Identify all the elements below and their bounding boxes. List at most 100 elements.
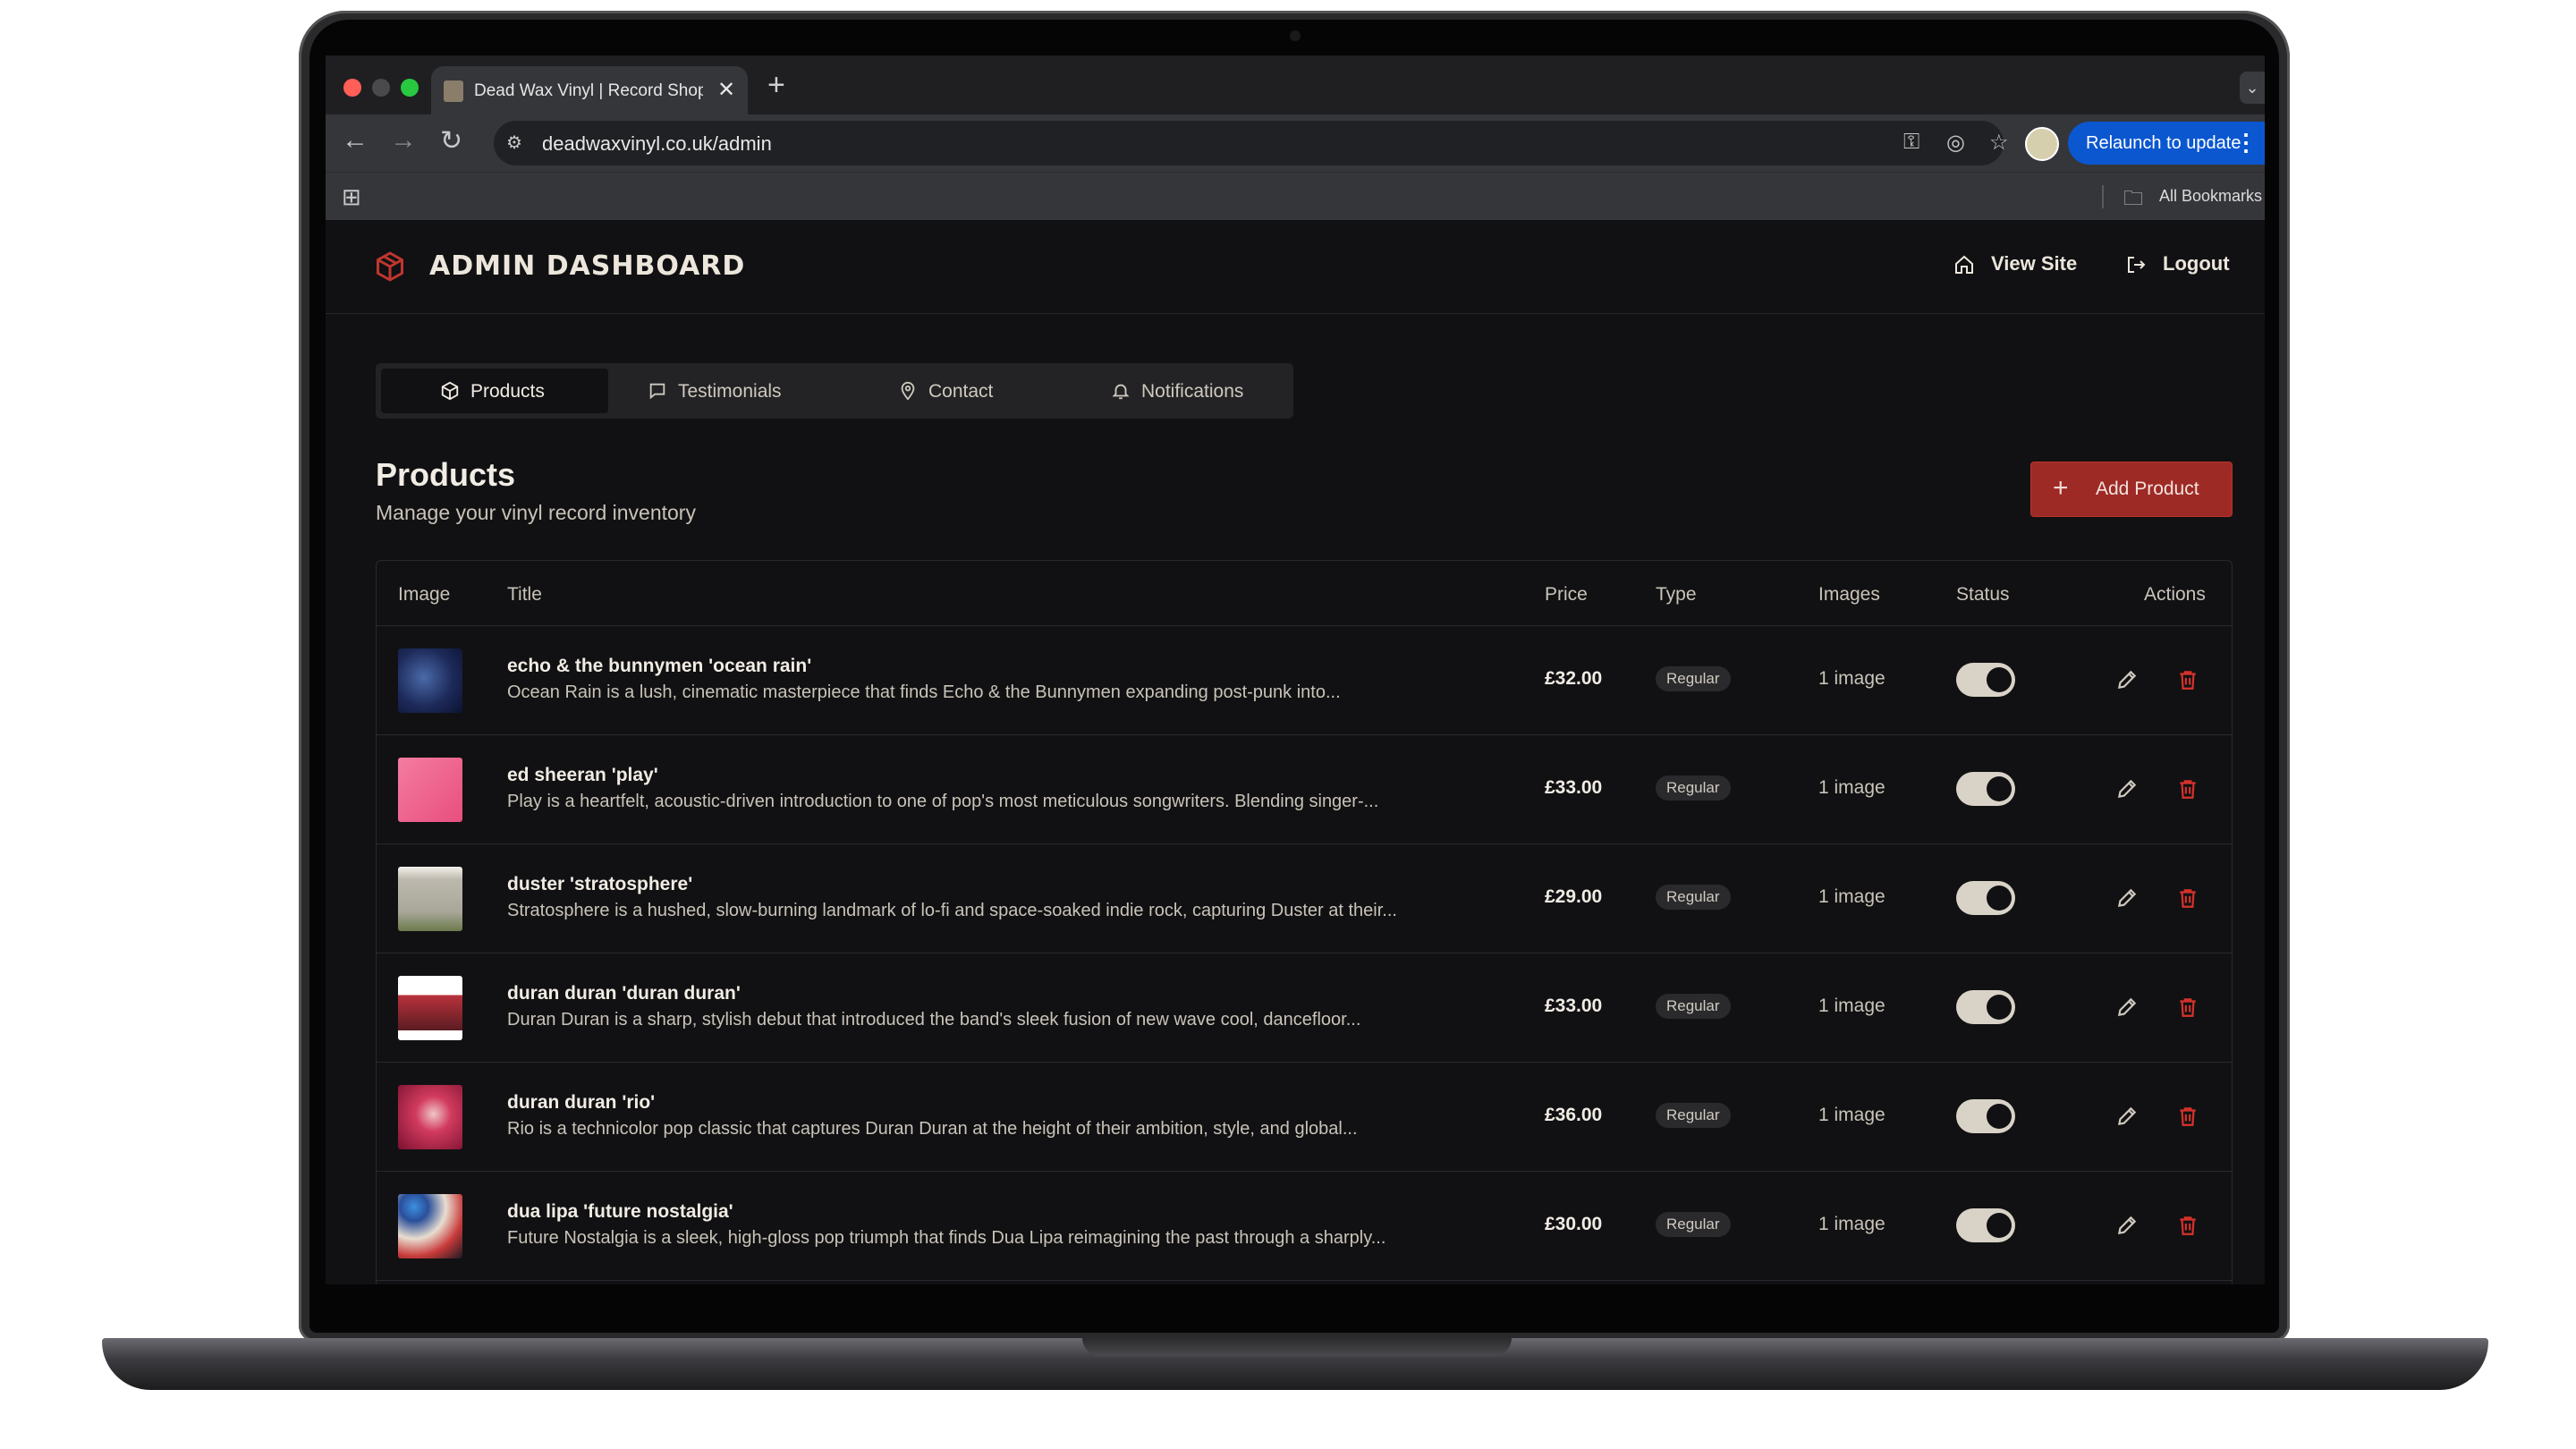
trash-icon[interactable] — [2176, 996, 2199, 1019]
product-description: Play is a heartfelt, acoustic-driven int… — [507, 792, 1379, 811]
tab-label: Testimonials — [678, 381, 782, 402]
product-title: duran duran 'duran duran' — [507, 983, 741, 1004]
eye-off-icon[interactable]: ◎ — [1946, 130, 1965, 156]
album-cover-image — [398, 758, 462, 822]
logout-link[interactable]: Logout — [2163, 252, 2230, 275]
toggle-knob — [1987, 1104, 2012, 1129]
status-toggle[interactable] — [1956, 881, 2015, 915]
add-product-label: Add Product — [2096, 479, 2199, 499]
image-count: 1 image — [1818, 886, 1885, 907]
type-badge: Regular — [1656, 994, 1731, 1019]
map-pin-icon — [901, 381, 915, 401]
status-toggle[interactable] — [1956, 1208, 2015, 1242]
camera — [1290, 30, 1301, 41]
zoom-window-button[interactable] — [401, 79, 419, 97]
relaunch-button[interactable]: Relaunch to update ⋮ — [2068, 122, 2265, 165]
apps-grid-icon[interactable]: ⊞ — [342, 183, 361, 211]
product-price: £32.00 — [1545, 668, 1603, 689]
column-header: Image — [398, 584, 451, 605]
more-menu-icon[interactable]: ⋮ — [2234, 129, 2258, 157]
column-header: Images — [1818, 584, 1880, 605]
bookmarks-bar: ⊞ 🗀 All Bookmarks — [326, 172, 2265, 221]
tab-testimonials[interactable]: Testimonials — [612, 369, 839, 413]
view-site-link[interactable]: View Site — [1991, 252, 2077, 275]
bell-icon — [1112, 384, 1130, 400]
close-tab-icon[interactable]: ✕ — [717, 77, 735, 103]
back-icon[interactable]: ← — [342, 125, 369, 156]
profile-avatar[interactable] — [2025, 127, 2059, 161]
logout-icon[interactable] — [2125, 254, 2147, 275]
product-description: Stratosphere is a hushed, slow-burning l… — [507, 901, 1397, 920]
pencil-icon[interactable] — [2115, 777, 2139, 801]
address-bar[interactable]: ⚙ deadwaxvinyl.co.uk/admin ⚿ ◎ ☆ — [494, 121, 2009, 165]
type-badge: Regular — [1656, 775, 1731, 801]
laptop-notch — [1082, 1338, 1512, 1356]
column-header: Type — [1656, 584, 1697, 605]
all-bookmarks-link[interactable]: All Bookmarks — [2159, 187, 2262, 206]
status-toggle[interactable] — [1956, 1099, 2015, 1133]
table-row: duran duran 'duran duran' Duran Duran is… — [377, 953, 2232, 1063]
add-product-button[interactable]: + Add Product — [2030, 462, 2233, 517]
type-badge: Regular — [1656, 1212, 1731, 1237]
pencil-icon[interactable] — [2115, 1214, 2139, 1237]
tab-products[interactable]: Products — [381, 369, 608, 413]
type-badge: Regular — [1656, 885, 1731, 910]
type-badge: Regular — [1656, 666, 1731, 691]
status-toggle[interactable] — [1956, 772, 2015, 806]
folder-icon: 🗀 — [2123, 187, 2144, 209]
products-table: Image Title Price Type Images Status Act… — [376, 560, 2233, 1284]
tab-label: Products — [470, 381, 545, 402]
product-price: £33.00 — [1545, 996, 1603, 1016]
relaunch-label: Relaunch to update — [2086, 133, 2241, 153]
product-price: £29.00 — [1545, 886, 1603, 907]
pencil-icon[interactable] — [2115, 1105, 2139, 1128]
column-header: Actions — [2144, 584, 2206, 605]
package-logo-icon — [377, 251, 403, 282]
favicon-icon — [444, 80, 463, 102]
trash-icon[interactable] — [2176, 1105, 2199, 1128]
image-count: 1 image — [1818, 1105, 1885, 1125]
album-cover-image — [398, 867, 462, 931]
tab-contact[interactable]: Contact — [843, 369, 1070, 413]
trash-icon[interactable] — [2176, 1214, 2199, 1237]
column-header: Status — [1956, 584, 2010, 605]
album-cover-image — [398, 1085, 462, 1149]
tab-label: Notifications — [1141, 381, 1244, 402]
image-count: 1 image — [1818, 777, 1885, 798]
tab-search-chevron-icon[interactable]: ⌄ — [2240, 72, 2265, 104]
status-toggle[interactable] — [1956, 663, 2015, 697]
browser-tabbar: Dead Wax Vinyl | Record Shop ✕ + ⌄ — [326, 55, 2265, 114]
new-tab-icon[interactable]: + — [767, 68, 785, 103]
status-toggle[interactable] — [1956, 990, 2015, 1024]
trash-icon[interactable] — [2176, 777, 2199, 801]
trash-icon[interactable] — [2176, 886, 2199, 910]
reload-icon[interactable]: ↻ — [440, 125, 462, 157]
close-window-button[interactable] — [343, 79, 361, 97]
home-icon[interactable] — [1953, 254, 1975, 275]
product-description: Rio is a technicolor pop classic that ca… — [507, 1119, 1358, 1139]
album-cover-image — [398, 1194, 462, 1258]
tab-notifications[interactable]: Notifications — [1066, 369, 1293, 413]
message-icon — [649, 383, 665, 400]
forward-icon[interactable]: → — [390, 125, 417, 156]
section-title: Products — [376, 456, 516, 493]
browser-tab[interactable]: Dead Wax Vinyl | Record Shop ✕ — [431, 66, 748, 114]
bookmark-star-icon[interactable]: ☆ — [1989, 130, 2009, 156]
album-cover-image — [398, 648, 462, 713]
product-price: £30.00 — [1545, 1214, 1603, 1234]
password-key-icon[interactable]: ⚿ — [1903, 130, 1919, 155]
product-title: ed sheeran 'play' — [507, 765, 658, 785]
table-row: dua lipa 'future nostalgia' Future Nosta… — [377, 1171, 2232, 1281]
trash-icon[interactable] — [2176, 668, 2199, 691]
image-count: 1 image — [1818, 1214, 1885, 1234]
pencil-icon[interactable] — [2115, 886, 2139, 910]
product-price: £33.00 — [1545, 777, 1603, 798]
minimize-window-button[interactable] — [372, 79, 390, 97]
product-title: dua lipa 'future nostalgia' — [507, 1201, 733, 1222]
pencil-icon[interactable] — [2115, 668, 2139, 691]
site-settings-icon[interactable]: ⚙ — [506, 131, 530, 155]
browser-tab-title: Dead Wax Vinyl | Record Shop — [474, 81, 703, 100]
toggle-knob — [1987, 995, 2012, 1020]
pencil-icon[interactable] — [2115, 996, 2139, 1019]
section-subtitle: Manage your vinyl record inventory — [376, 501, 696, 524]
